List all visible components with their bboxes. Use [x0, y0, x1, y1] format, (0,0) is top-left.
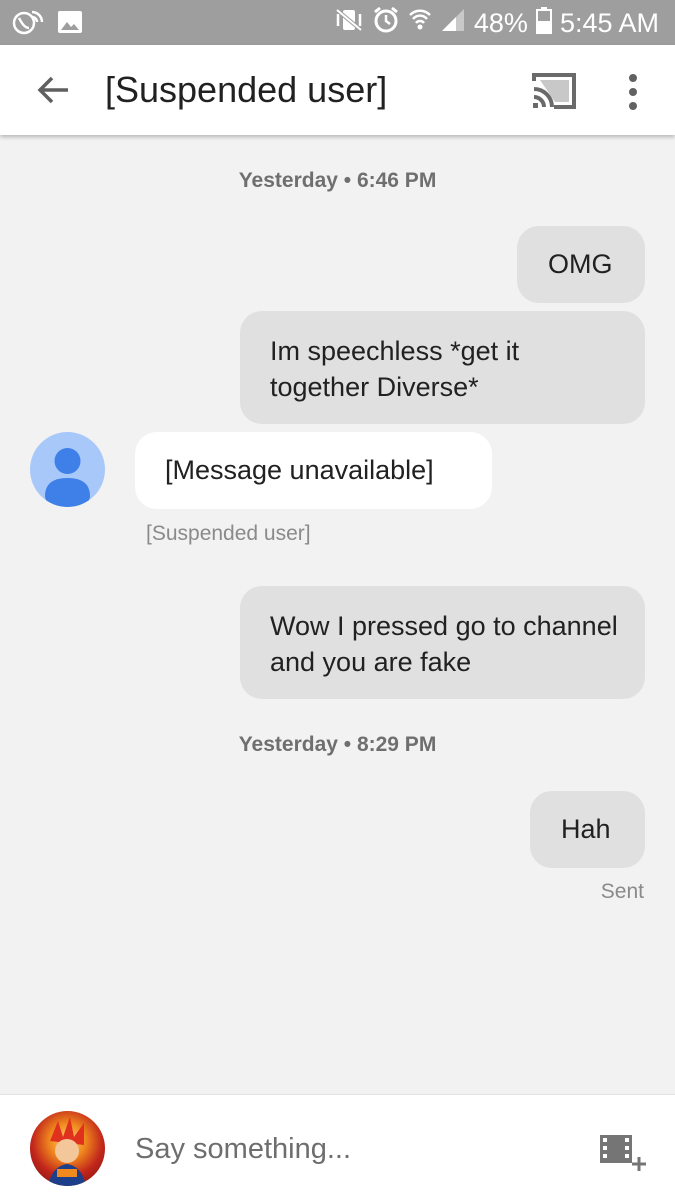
status-time: 5:45 AM	[559, 8, 659, 38]
back-button[interactable]	[28, 67, 78, 113]
cast-icon	[532, 73, 576, 109]
app-bar: [Suspended user]	[0, 45, 675, 135]
person-icon	[45, 448, 90, 507]
add-media-icon	[600, 1135, 646, 1171]
vibrate-mute-icon	[334, 7, 364, 40]
cast-button[interactable]	[528, 69, 580, 113]
message-input[interactable]	[135, 1129, 555, 1169]
message-bubble-outgoing[interactable]: OMG	[517, 226, 645, 303]
status-right: 48% 5:45 AM	[334, 6, 659, 41]
conversation-title: [Suspended user]	[105, 69, 388, 110]
add-media-button[interactable]	[598, 1133, 648, 1173]
contact-avatar[interactable]	[30, 432, 105, 507]
battery-percentage: 48%	[473, 8, 528, 38]
sender-name: [Suspended user]	[146, 522, 311, 545]
profile-picture-icon	[48, 1117, 86, 1186]
cell-signal-icon	[440, 7, 466, 40]
message-status: Sent	[600, 880, 644, 903]
self-avatar[interactable]	[30, 1111, 105, 1186]
more-vert-icon	[629, 74, 637, 82]
conversation-timestamp: Yesterday • 6:46 PM	[238, 169, 437, 192]
back-arrow-icon	[37, 76, 68, 104]
message-bubble-incoming[interactable]: [Message unavailable]	[135, 432, 492, 509]
image-icon	[56, 8, 84, 43]
battery-icon	[535, 6, 552, 41]
status-left-icons	[12, 8, 84, 43]
message-bubble-outgoing[interactable]: Hah	[530, 791, 645, 868]
wifi-icon	[408, 7, 432, 40]
more-options-button[interactable]	[618, 70, 648, 114]
conversation-timestamp: Yesterday • 8:29 PM	[238, 733, 437, 756]
alarm-icon	[372, 6, 400, 41]
status-bar: 48% 5:45 AM	[0, 0, 675, 45]
message-bubble-outgoing[interactable]: Im speechless *get it together Diverse*	[240, 311, 645, 424]
compose-bar	[0, 1094, 675, 1200]
message-bubble-outgoing[interactable]: Wow I pressed go to channel and you are …	[240, 586, 645, 699]
wifi-calling-icon	[12, 8, 46, 43]
